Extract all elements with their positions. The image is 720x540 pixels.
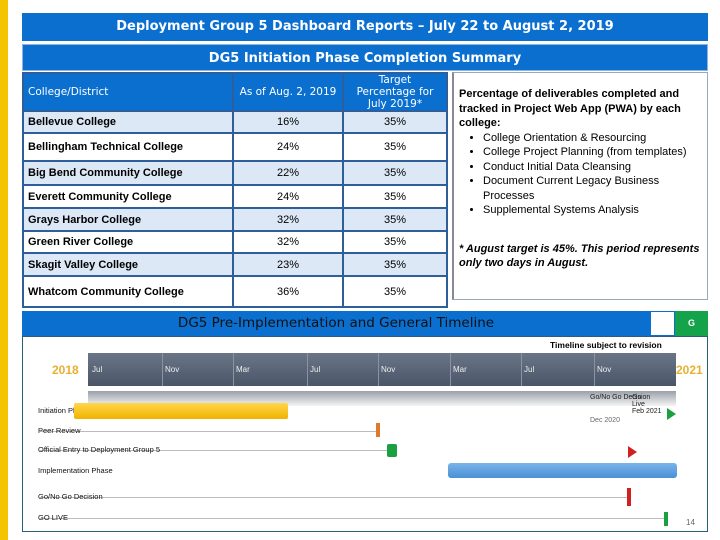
cell-target: 35% [342,132,448,162]
cell-target: 35% [342,207,448,232]
cell-target: 35% [342,252,448,277]
note-item: College Project Planning (from templates… [483,145,703,160]
accent-bar [0,0,8,540]
table-row: Grays Harbor College 32% 35% [22,207,448,232]
month-label: Jul [524,365,535,374]
cell-college: Everett Community College [22,184,234,209]
peer-review-marker [376,423,380,437]
month-label: Nov [597,365,612,374]
month-label: Nov [381,365,396,374]
cell-actual: 32% [232,207,344,232]
cell-actual: 36% [232,275,344,308]
table-row: Bellingham Technical College 24% 35% [22,132,448,162]
implementation-bar [448,463,677,478]
gonogo-date: Dec 2020 [590,417,620,424]
month-label: Jul [310,365,321,374]
note-item: College Orientation & Resourcing [483,131,703,146]
col-header: Target Percentage for July 2019* [342,72,448,112]
cell-college: Bellevue College [22,110,234,134]
gonogo-triangle-icon [628,446,637,458]
timeline-title: DG5 Pre-Implementation and General Timel… [22,311,650,336]
cell-actual: 22% [232,160,344,186]
cell-college: Green River College [22,230,234,254]
notes-panel: Percentage of deliverables completed and… [452,72,708,300]
gonogo-marker [627,488,631,506]
timeline-row-label: Official Entry to Deployment Group 5 [38,445,160,454]
golive-triangle-icon [667,408,676,420]
end-year: 2021 [676,363,703,377]
page-number: 14 [686,518,695,527]
cell-actual: 16% [232,110,344,134]
section-title: DG5 Initiation Phase Completion Summary [22,44,708,71]
table-row: Big Bend Community College 22% 35% [22,160,448,186]
month-label: Jul [92,365,103,374]
status-badge: G [675,311,708,336]
cell-actual: 24% [232,184,344,209]
golive-date: Feb 2021 [632,408,662,415]
timeline-row-label: Peer Review [38,426,81,435]
status-blank [650,311,675,336]
footnote: * August target is 45%. This period repr… [459,242,700,270]
timeline-row-label: Go/No Go Decision [38,492,103,501]
cell-college: Big Bend Community College [22,160,234,186]
notes-intro: Percentage of deliverables completed and… [459,88,681,129]
month-label: Mar [453,365,467,374]
col-header: As of Aug. 2, 2019 [232,72,344,112]
table-row: Skagit Valley College 23% 35% [22,252,448,277]
golive-marker [664,512,668,526]
cell-target: 35% [342,184,448,209]
table-row: Whatcom Community College 36% 35% [22,275,448,308]
timeline-axis: Jul Nov Mar Jul Nov Mar Jul Nov [88,353,676,386]
cell-college: Bellingham Technical College [22,132,234,162]
axis-tick [307,353,308,386]
table-row: Everett Community College 24% 35% [22,184,448,209]
table-row: Green River College 32% 35% [22,230,448,254]
revision-note: Timeline subject to revision [550,340,662,350]
note-item: Conduct Initial Data Cleansing [483,160,703,175]
axis-tick [162,353,163,386]
cell-college: Grays Harbor College [22,207,234,232]
month-label: Nov [165,365,180,374]
page-title: Deployment Group 5 Dashboard Reports – J… [22,13,708,41]
cell-target: 35% [342,110,448,134]
axis-tick [521,353,522,386]
golive-label: Go Live [632,394,645,408]
timeline-row-label: Implementation Phase [38,466,113,475]
cell-target: 35% [342,160,448,186]
cell-actual: 23% [232,252,344,277]
col-header: College/District [22,72,234,112]
cell-actual: 32% [232,230,344,254]
cell-target: 35% [342,275,448,308]
month-label: Mar [236,365,250,374]
entry-marker [387,444,397,457]
timeline-row-label: GO LIVE [38,513,69,522]
initiation-bar [74,403,288,419]
axis-tick [378,353,379,386]
cell-target: 35% [342,230,448,254]
note-item: Supplemental Systems Analysis [483,203,703,218]
cell-actual: 24% [232,132,344,162]
axis-tick [450,353,451,386]
note-item: Document Current Legacy Business Process… [483,174,703,203]
axis-tick [233,353,234,386]
completion-table: College/District As of Aug. 2, 2019 Targ… [22,72,448,308]
start-year: 2018 [52,363,79,377]
table-row: Bellevue College 16% 35% [22,110,448,134]
cell-college: Skagit Valley College [22,252,234,277]
axis-tick [594,353,595,386]
cell-college: Whatcom Community College [22,275,234,308]
